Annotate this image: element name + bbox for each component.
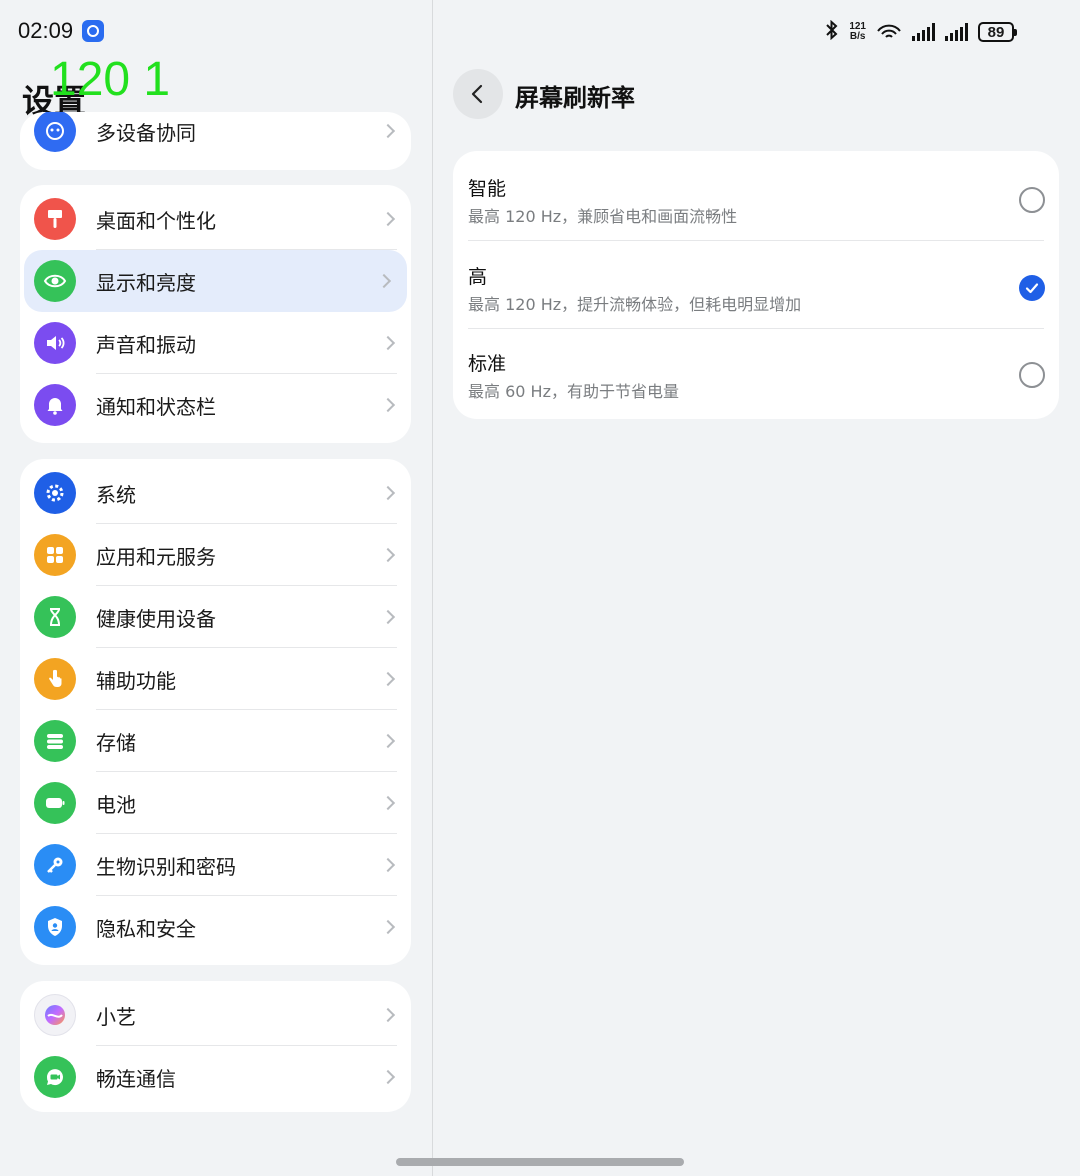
eye-icon	[34, 260, 76, 302]
page-title: 屏幕刷新率	[515, 84, 635, 112]
back-button[interactable]	[453, 69, 503, 119]
key-icon	[34, 844, 76, 886]
option-title: 标准	[468, 353, 507, 375]
signal-1-icon	[912, 23, 935, 41]
sidebar-item-label: 应用和元服务	[96, 544, 216, 569]
signal-2-icon	[945, 23, 968, 41]
pane-divider	[432, 0, 433, 1176]
sidebar-item-battery[interactable]: 电池	[20, 772, 411, 834]
sidebar-item-label: 桌面和个性化	[96, 208, 216, 233]
hand-pointer-icon	[34, 658, 76, 700]
shield-icon	[34, 906, 76, 948]
chevron-right-icon	[380, 671, 396, 687]
sidebar-item-label: 辅助功能	[96, 668, 176, 693]
chevron-right-icon	[380, 919, 396, 935]
network-speed: 121 B/s	[849, 21, 866, 42]
chevron-right-icon	[380, 123, 396, 139]
option-high[interactable]: 高 最高 120 Hz，提升流畅体验，但耗电明显增加	[453, 241, 1059, 329]
chevron-right-icon	[380, 485, 396, 501]
sidebar-item-label: 畅连通信	[96, 1066, 176, 1091]
sidebar-item-label: 小艺	[96, 1004, 136, 1029]
option-title: 高	[468, 266, 488, 288]
sidebar-item-label: 多设备协同	[96, 120, 196, 145]
chevron-right-icon	[380, 211, 396, 227]
gear-icon	[34, 472, 76, 514]
chevron-right-icon	[380, 335, 396, 351]
sidebar-item-biometrics[interactable]: 生物识别和密码	[20, 834, 411, 896]
option-standard[interactable]: 标准 最高 60 Hz，有助于节省电量	[453, 328, 1059, 416]
sidebar-item-label: 通知和状态栏	[96, 394, 216, 419]
radio-button[interactable]	[1019, 187, 1045, 213]
wifi-icon	[877, 24, 901, 38]
chevron-right-icon	[376, 273, 392, 289]
sidebar-item-label: 存储	[96, 730, 136, 755]
video-call-icon	[34, 1056, 76, 1098]
chevron-right-icon	[380, 1007, 396, 1023]
sidebar-item-privacy-security[interactable]: 隐私和安全	[20, 896, 411, 958]
chevron-right-icon	[380, 397, 396, 413]
sidebar-item-label: 系统	[96, 482, 136, 507]
sidebar-item-storage[interactable]: 存储	[20, 710, 411, 772]
home-indicator[interactable]	[396, 1158, 684, 1166]
checkmark-icon	[1025, 283, 1039, 294]
chevron-left-icon	[471, 84, 483, 104]
chevron-right-icon	[380, 1069, 396, 1085]
sidebar-item-accessibility[interactable]: 辅助功能	[20, 648, 411, 710]
multi-device-icon	[34, 112, 76, 152]
sidebar-item-celia[interactable]: 小艺	[20, 984, 411, 1046]
sidebar-item-multi-device[interactable]: 多设备协同	[20, 112, 411, 160]
option-smart[interactable]: 智能 最高 120 Hz，兼顾省电和画面流畅性	[453, 153, 1059, 241]
sidebar-item-display-brightness[interactable]: 显示和亮度	[24, 250, 407, 312]
sidebar-item-system[interactable]: 系统	[20, 462, 411, 524]
sidebar-item-personalization[interactable]: 桌面和个性化	[20, 188, 411, 250]
overlay-text: 120 1	[50, 53, 171, 106]
apps-grid-icon	[34, 534, 76, 576]
chevron-right-icon	[380, 609, 396, 625]
hourglass-icon	[34, 596, 76, 638]
sidebar-item-label: 显示和亮度	[96, 270, 196, 295]
status-time: 02:09	[18, 18, 74, 43]
option-subtitle: 最高 120 Hz，提升流畅体验，但耗电明显增加	[468, 295, 802, 314]
battery-indicator: 89	[978, 22, 1017, 42]
settings-group-1: 桌面和个性化 显示和亮度 声音和振动 通知和状态栏	[20, 185, 411, 443]
sidebar-item-apps[interactable]: 应用和元服务	[20, 524, 411, 586]
chevron-right-icon	[380, 795, 396, 811]
storage-icon	[34, 720, 76, 762]
option-subtitle: 最高 120 Hz，兼顾省电和画面流畅性	[468, 207, 738, 226]
sidebar-item-label: 声音和振动	[96, 332, 196, 357]
settings-group-3: 小艺 畅连通信	[20, 981, 411, 1112]
chevron-right-icon	[380, 857, 396, 873]
sidebar-item-digital-balance[interactable]: 健康使用设备	[20, 586, 411, 648]
radio-button-selected[interactable]	[1019, 275, 1045, 301]
sidebar-item-notifications[interactable]: 通知和状态栏	[20, 374, 411, 436]
refresh-rate-options: 智能 最高 120 Hz，兼顾省电和画面流畅性 高 最高 120 Hz，提升流畅…	[453, 151, 1059, 419]
status-icons: 121 B/s 89	[825, 18, 1017, 46]
battery-icon	[34, 782, 76, 824]
sidebar-item-label: 生物识别和密码	[96, 854, 236, 879]
sidebar-item-meetime[interactable]: 畅连通信	[20, 1046, 411, 1108]
option-subtitle: 最高 60 Hz，有助于节省电量	[468, 382, 679, 401]
paintbrush-icon	[34, 198, 76, 240]
speaker-icon	[34, 322, 76, 364]
app-notification-icon	[82, 20, 104, 42]
bell-icon	[34, 384, 76, 426]
settings-group-0: 多设备协同	[20, 112, 411, 170]
sidebar-item-label: 电池	[96, 792, 136, 817]
bluetooth-icon	[825, 19, 839, 45]
sidebar-item-label: 健康使用设备	[96, 606, 216, 631]
radio-button[interactable]	[1019, 362, 1045, 388]
chevron-right-icon	[380, 547, 396, 563]
settings-group-2: 系统 应用和元服务 健康使用设备 辅助功能 存储 电池 生物识别和密码 隐私和安…	[20, 459, 411, 965]
sidebar-item-label: 隐私和安全	[96, 916, 196, 941]
chevron-right-icon	[380, 733, 396, 749]
option-title: 智能	[468, 178, 507, 200]
assistant-orb-icon	[34, 994, 76, 1036]
sidebar-item-sound-vibration[interactable]: 声音和振动	[20, 312, 411, 374]
